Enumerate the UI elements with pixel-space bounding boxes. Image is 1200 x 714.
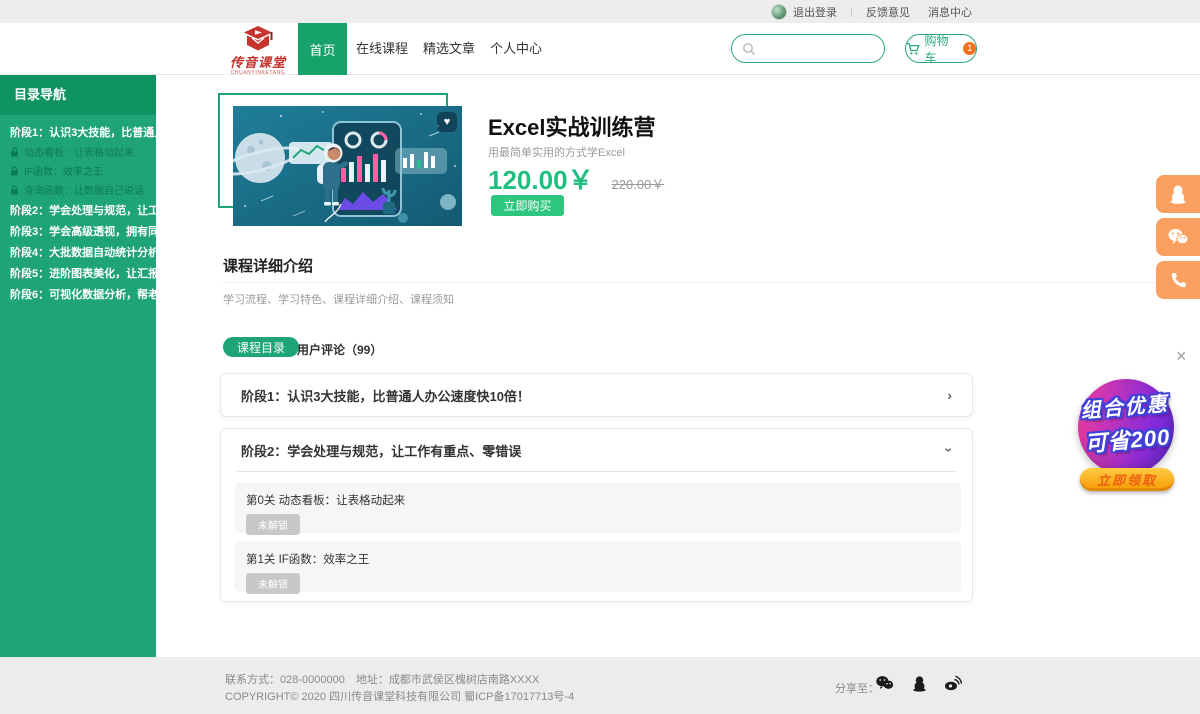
lock-icon <box>10 147 19 157</box>
sidebar-lesson-3[interactable]: 查询函数：让数据自己说话 <box>0 180 156 199</box>
sidebar-lesson-label: 动态看板：让表格动起来 <box>24 144 134 159</box>
sidebar-stage-6[interactable]: 阶段6：可视化数据分析，帮老板... › <box>0 283 156 304</box>
detail-heading: 课程详细介绍 <box>223 255 313 276</box>
lesson-status-badge: 未解锁 <box>246 514 300 535</box>
search-icon <box>742 42 756 56</box>
cart-label: 购物车 <box>925 32 960 66</box>
accordion-title: 阶段1：认识3大技能，比普通人办公速度快10倍！ <box>241 386 530 405</box>
course-cover-illustration[interactable] <box>233 106 462 226</box>
lock-icon <box>10 185 19 195</box>
sidebar-stage-2[interactable]: 阶段2：学会处理与规范，让工作... › <box>0 199 156 220</box>
cart-icon <box>906 42 921 56</box>
feedback-link[interactable]: 反馈意见 <box>866 4 910 20</box>
promo-close-icon[interactable]: × <box>1176 347 1187 365</box>
tab-user-comments[interactable]: 用户评论（99） <box>297 341 382 358</box>
cover-art <box>233 106 462 226</box>
course-subtitle: 用最简单实用的方式学Excel <box>488 144 625 160</box>
sidebar-lesson-label: 查询函数：让数据自己说话 <box>24 182 144 197</box>
messages-link[interactable]: 消息中心 <box>928 4 972 20</box>
user-avatar[interactable] <box>771 4 787 20</box>
favorite-button[interactable]: ♥ <box>437 112 457 132</box>
sidebar-lesson-2[interactable]: IF函数：效率之王 <box>0 161 156 180</box>
sidebar-stage-4[interactable]: 阶段4：大批数据自动统计分析，... › <box>0 241 156 262</box>
nav-profile[interactable]: 个人中心 <box>490 23 542 75</box>
divider <box>851 7 852 17</box>
phone-icon <box>1170 272 1187 289</box>
sidebar-lesson-label: IF函数：效率之王 <box>24 163 103 178</box>
detail-note: 学习流程、学习特色、课程详细介绍、课程须知 <box>223 291 454 307</box>
footer-copyright: COPYRIGHT© 2020 四川传音课堂科技有限公司 蜀ICP备170177… <box>225 688 574 704</box>
lesson-status-badge: 未解锁 <box>246 573 300 594</box>
footer-contact: 联系方式：028-0000000 地址：成都市武侯区槐树店南路XXXX <box>225 671 539 687</box>
lesson-title: 第0关 动态看板：让表格动起来 <box>246 492 949 508</box>
search-bar: 搜索 <box>731 34 885 63</box>
accordion-stage-1: 阶段1：认识3大技能，比普通人办公速度快10倍！ › <box>220 373 973 417</box>
sidebar-title: 目录导航 <box>0 75 156 115</box>
logout-link[interactable]: 退出登录 <box>793 4 837 20</box>
catalog-sidebar: 目录导航 阶段1：认识3大技能，比普通人... › 动态看板：让表格动起来 IF… <box>0 75 156 657</box>
sidebar-stage-label: 阶段5：进阶图表美化，让汇报一... <box>10 265 179 281</box>
buy-now-button[interactable]: 立即购买 <box>491 195 564 216</box>
sidebar-stage-label: 阶段1：认识3大技能，比普通人... <box>10 124 174 140</box>
lesson-row[interactable]: 第0关 动态看板：让表格动起来 未解锁 <box>234 482 961 533</box>
contact-wechat-button[interactable] <box>1156 218 1200 256</box>
sidebar-stage-label: 阶段3：学会高级透视，拥有同时... <box>10 223 179 239</box>
lesson-title: 第1关 IF函数：效率之王 <box>246 551 949 567</box>
divider <box>237 471 956 472</box>
nav-featured-articles[interactable]: 精选文章 <box>423 23 475 75</box>
lock-icon <box>10 166 19 176</box>
course-title: Excel实战训练营 <box>488 110 656 142</box>
accordion-stage-2-header[interactable]: 阶段2：学会处理与规范，让工作有重点、零错误 › <box>221 429 972 471</box>
contact-qq-button[interactable] <box>1156 175 1200 213</box>
top-utility-bar: 退出登录 反馈意见 消息中心 <box>0 0 1200 23</box>
sidebar-lesson-1[interactable]: 动态看板：让表格动起来 <box>0 142 156 161</box>
sidebar-stage-3[interactable]: 阶段3：学会高级透视，拥有同时... › <box>0 220 156 241</box>
site-logo[interactable]: 传音课堂 CHUANYINKETANG <box>220 26 296 76</box>
tab-course-catalog[interactable]: 课程目录 <box>223 337 299 357</box>
sidebar-stage-label: 阶段6：可视化数据分析，帮老板... <box>10 286 179 302</box>
page-footer: 联系方式：028-0000000 地址：成都市武侯区槐树店南路XXXX COPY… <box>0 657 1200 714</box>
divider <box>223 282 1176 283</box>
chevron-right-icon: › <box>947 387 952 403</box>
sidebar-stage-5[interactable]: 阶段5：进阶图表美化，让汇报一... › <box>0 262 156 283</box>
heart-icon: ♥ <box>444 116 451 128</box>
course-main: ♥ Excel实战训练营 用最简单实用的方式学Excel 120.00￥ 220… <box>156 75 1200 657</box>
accordion-stage-1-header[interactable]: 阶段1：认识3大技能，比普通人办公速度快10倍！ › <box>221 374 972 416</box>
sidebar-stage-label: 阶段4：大批数据自动统计分析，... <box>10 244 179 260</box>
course-price: 120.00￥ <box>488 160 594 197</box>
logo-icon <box>240 26 276 51</box>
contact-phone-button[interactable] <box>1156 261 1200 299</box>
logo-title: 传音课堂 <box>220 56 296 69</box>
price-row: 120.00￥ 220.00￥ <box>488 160 664 197</box>
qq-icon <box>1169 184 1187 204</box>
chevron-down-icon: › <box>942 448 958 453</box>
sidebar-list: 阶段1：认识3大技能，比普通人... › 动态看板：让表格动起来 IF函数：效率… <box>0 115 156 304</box>
cart-count-badge: 1 <box>963 42 976 55</box>
promo-claim-button[interactable]: 立即领取 <box>1080 468 1174 491</box>
promo-text[interactable]: 组合优惠 可省200 <box>1050 385 1200 461</box>
share-qq-icon[interactable] <box>912 675 927 697</box>
sidebar-stage-label: 阶段2：学会处理与规范，让工作... <box>10 202 179 218</box>
wechat-icon <box>1167 228 1189 246</box>
sidebar-stage-1[interactable]: 阶段1：认识3大技能，比普通人... › <box>0 121 156 142</box>
nav-online-courses[interactable]: 在线课程 <box>356 23 408 75</box>
lesson-row[interactable]: 第1关 IF函数：效率之王 未解锁 <box>234 541 961 592</box>
share-wechat-icon[interactable] <box>875 675 894 696</box>
footer-share-label: 分享至： <box>835 680 879 696</box>
accordion-title: 阶段2：学会处理与规范，让工作有重点、零错误 <box>241 441 521 460</box>
main-header: 传音课堂 CHUANYINKETANG 首页 在线课程 精选文章 个人中心 搜索… <box>0 23 1200 75</box>
course-original-price: 220.00￥ <box>612 174 665 193</box>
accordion-stage-2: 阶段2：学会处理与规范，让工作有重点、零错误 › 第0关 动态看板：让表格动起来… <box>220 428 973 602</box>
share-weibo-icon[interactable] <box>944 675 962 696</box>
nav-home[interactable]: 首页 <box>298 23 347 75</box>
cart-button[interactable]: 购物车 1 <box>905 34 977 63</box>
